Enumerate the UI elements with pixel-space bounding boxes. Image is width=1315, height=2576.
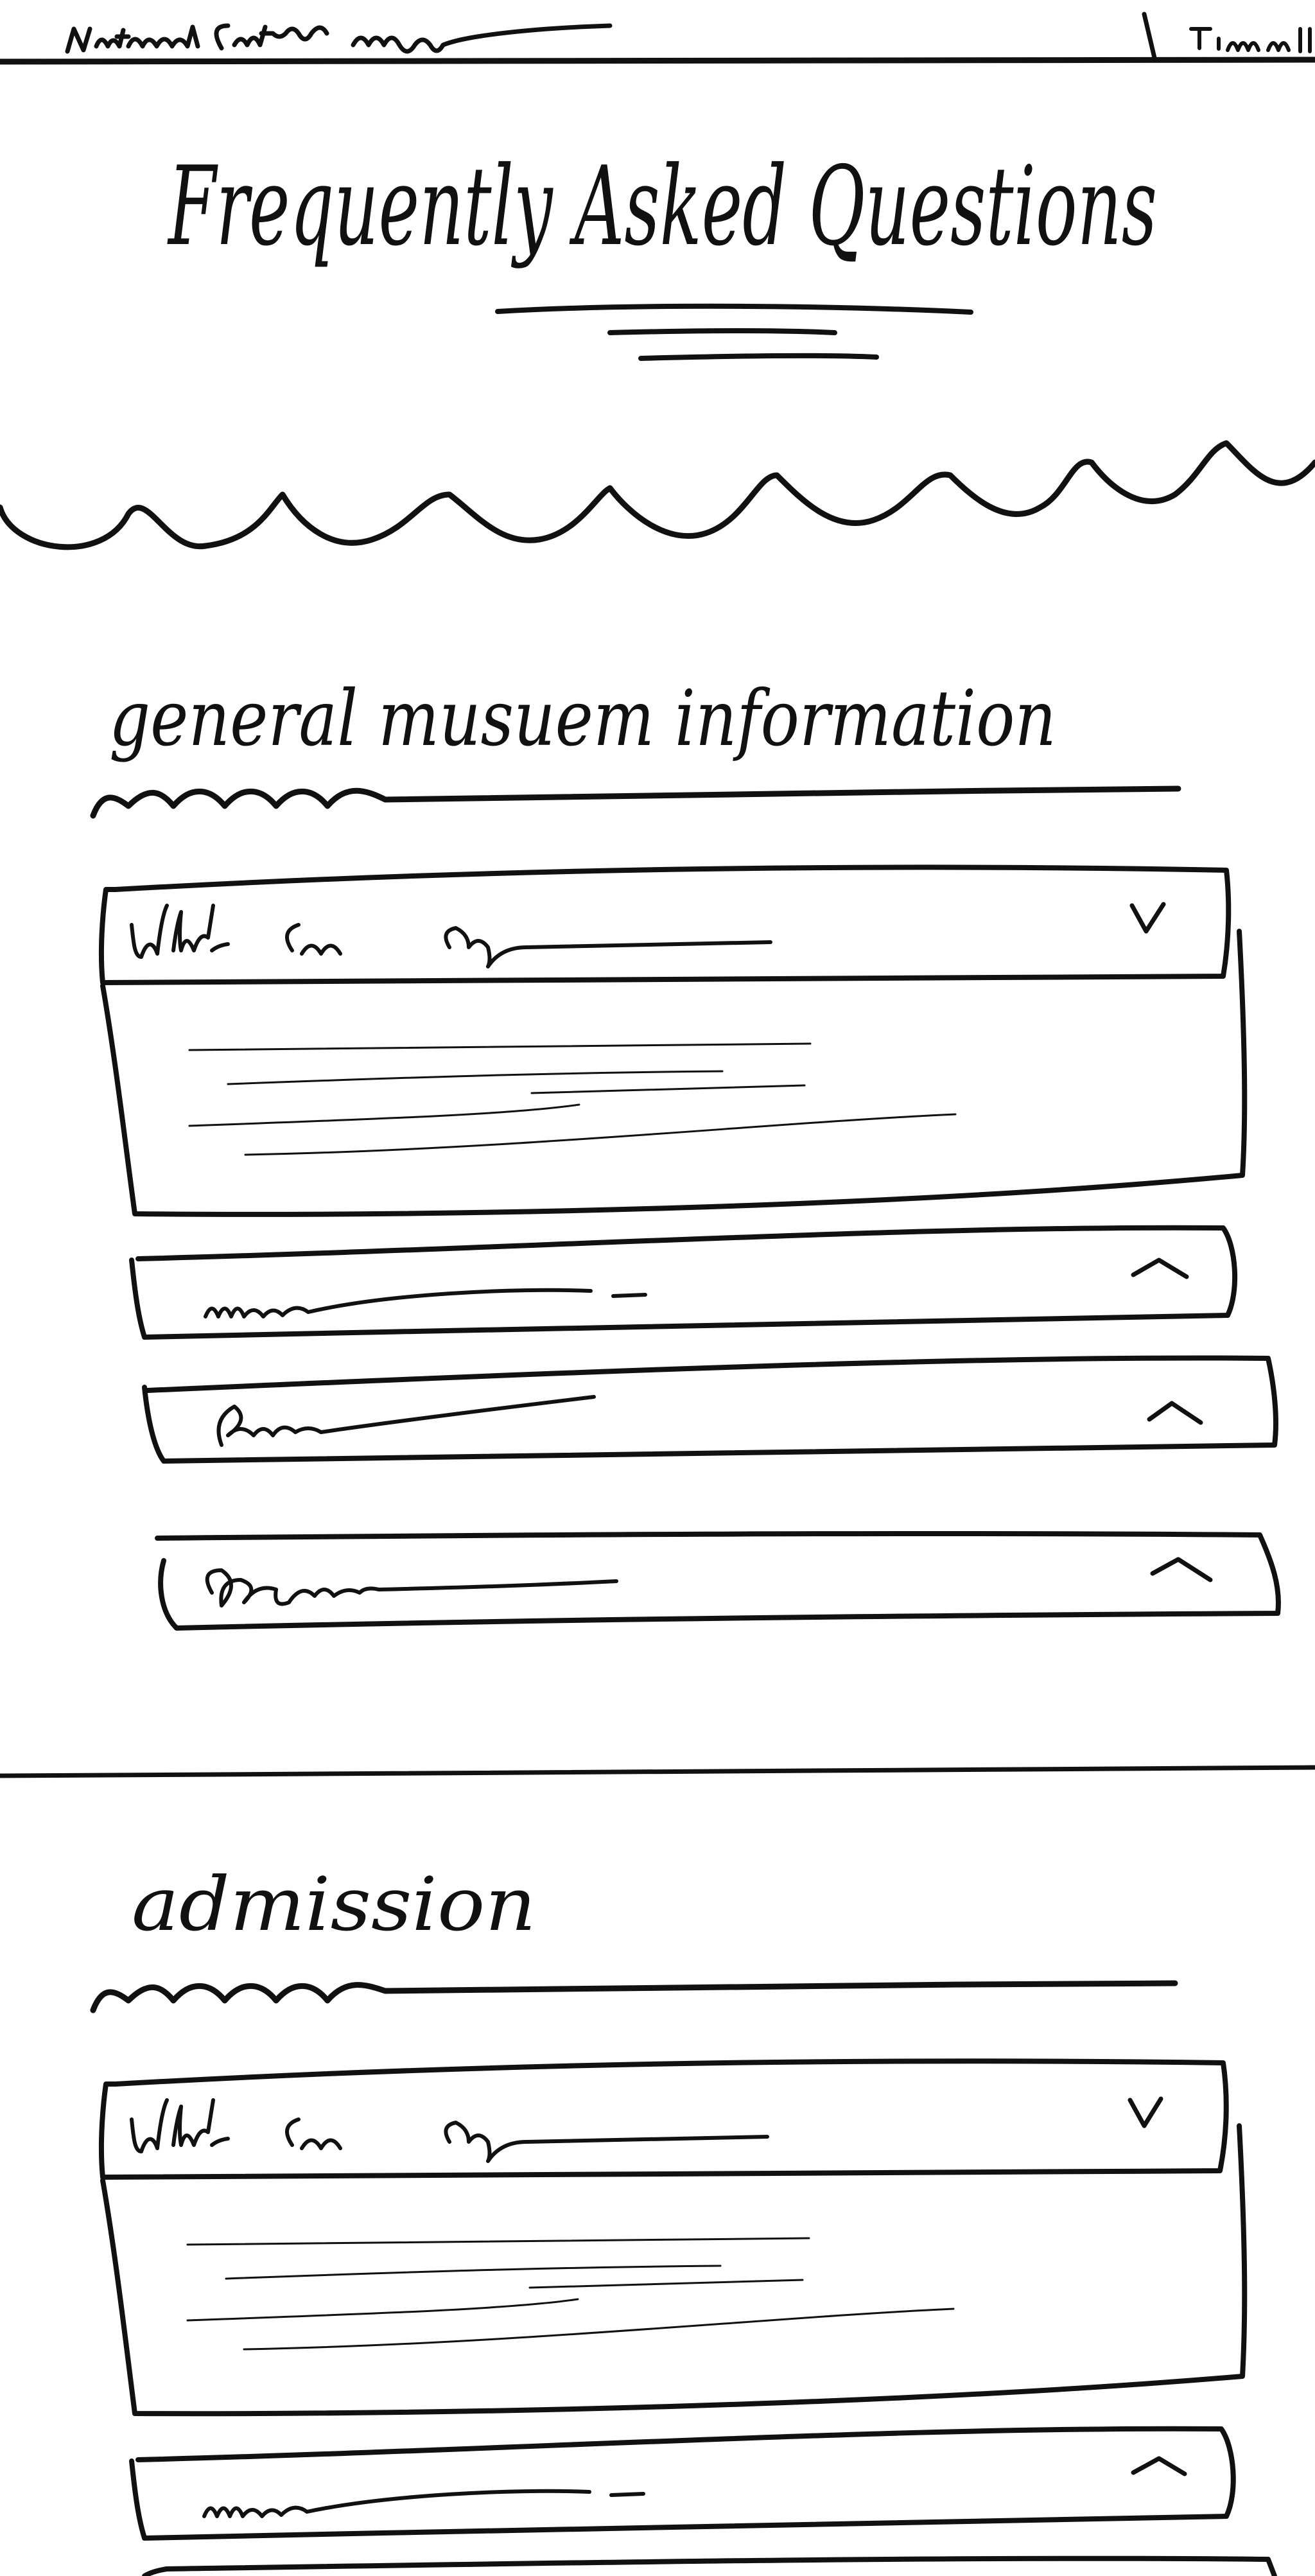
site-name-scribble[interactable] [65, 23, 613, 54]
faq-question-box[interactable] [129, 1225, 1238, 1340]
chevron-up-icon[interactable] [1150, 1557, 1213, 1582]
section-divider [0, 1765, 1315, 1778]
title-underline-3 [638, 353, 879, 361]
faq-item-collapsed-2[interactable] [142, 1355, 1278, 1464]
faq-question-text [205, 1568, 618, 1608]
faq-item-partial[interactable] [142, 2555, 1277, 2576]
page-title: Frequently Asked Questions [167, 143, 1157, 270]
section-heading-underline [90, 1980, 1178, 2013]
faq-question-box[interactable] [155, 1530, 1281, 1631]
faq-item-collapsed-3[interactable] [155, 1530, 1281, 1631]
faq-answer-panel [100, 929, 1248, 1217]
chevron-up-icon[interactable] [1131, 1257, 1189, 1279]
section-admission: admission [90, 1862, 1277, 2576]
header-nav-scribble[interactable] [1189, 27, 1312, 53]
header-divider [0, 57, 1315, 65]
faq-item-collapsed-1[interactable] [129, 1225, 1238, 1340]
section-general-information: general musuem information [90, 674, 1281, 1631]
title-underline-1 [495, 303, 973, 315]
faq-question-text [202, 2489, 645, 2518]
faq-question-box[interactable] [98, 2058, 1229, 2180]
faq-item-expanded[interactable] [98, 2058, 1248, 2417]
title-underline-2 [607, 328, 837, 335]
faq-item-expanded[interactable] [98, 864, 1248, 1217]
faq-answer-panel [100, 2123, 1248, 2417]
faq-question-box[interactable] [129, 2426, 1236, 2541]
chevron-down-icon[interactable] [1128, 2096, 1163, 2128]
section-heading-admission: admission [132, 1862, 536, 1948]
faq-question-box[interactable] [98, 864, 1232, 985]
faq-question-box[interactable] [142, 1355, 1278, 1464]
faq-item-collapsed-1[interactable] [129, 2426, 1236, 2541]
faq-question-text [204, 1288, 647, 1319]
site-header [0, 12, 1315, 65]
chevron-down-icon[interactable] [1129, 902, 1166, 934]
wave-divider [0, 440, 1315, 550]
faq-answer-text [188, 1042, 957, 1156]
faq-answer-text [186, 2237, 955, 2351]
faq-question-text [130, 2098, 769, 2163]
section-heading-general: general musuem information [109, 674, 1056, 764]
section-heading-underline [90, 785, 1181, 819]
faq-wireframe: Frequently Asked Questions general musue… [0, 12, 1315, 2576]
faq-question-text [130, 904, 772, 968]
chevron-up-icon[interactable] [1131, 2456, 1187, 2476]
header-nav-mark [1142, 12, 1157, 60]
faq-question-text [216, 1395, 596, 1447]
chevron-up-icon[interactable] [1147, 1401, 1203, 1425]
page-title-group: Frequently Asked Questions [167, 143, 1157, 361]
